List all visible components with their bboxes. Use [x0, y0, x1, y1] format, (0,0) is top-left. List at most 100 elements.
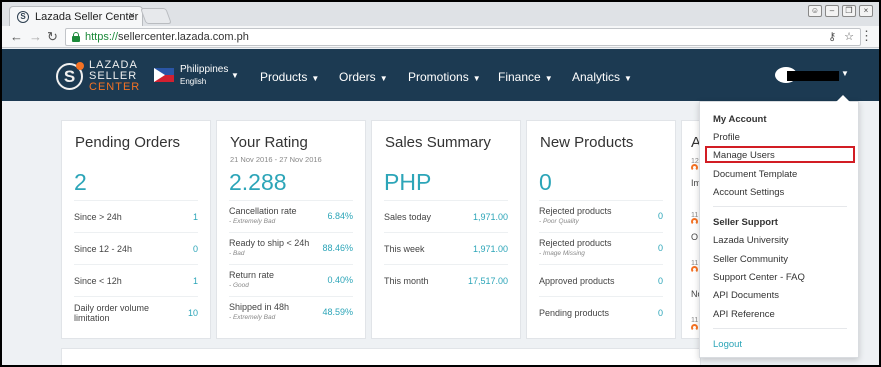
row-value: 0: [657, 243, 663, 253]
list-item[interactable]: Cancellation rate - Extremely Bad 6.84%: [229, 200, 353, 232]
row-value: 17,517.00: [467, 276, 508, 286]
address-bar: ← → ↻ https://sellercenter.lazada.com.ph…: [2, 26, 879, 48]
announcement-icon: [691, 164, 698, 171]
restore-icon[interactable]: ❐: [842, 5, 856, 17]
minimize-icon[interactable]: –: [825, 5, 839, 17]
row-label: This week: [384, 244, 425, 254]
chevron-down-icon: ▼: [544, 74, 553, 83]
browser-menu-icon[interactable]: ⋮: [860, 29, 873, 43]
lock-icon: [72, 32, 80, 42]
row-label: Ready to ship < 24h: [229, 238, 310, 248]
row-note: - Bad: [229, 250, 245, 257]
row-label: Since 12 - 24h: [74, 244, 133, 254]
nav-promotions[interactable]: Promotions ▼: [408, 70, 481, 84]
list-item[interactable]: Rejected products - Image Missing 0: [539, 232, 663, 264]
top-navigation: S LAZADA SELLER CENTER Philippines Engli…: [2, 49, 879, 101]
card-title: New Products: [540, 134, 634, 151]
nav-products[interactable]: Products ▼: [260, 70, 319, 84]
chevron-down-icon: ▼: [841, 69, 849, 78]
key-icon[interactable]: ⚷: [828, 30, 836, 43]
row-note: - Image Missing: [539, 250, 585, 257]
nav-promotions-label: Promotions: [408, 70, 469, 84]
row-value: 0.40%: [327, 275, 353, 285]
rating-value: 2.288: [229, 169, 287, 195]
menu-item-account-settings[interactable]: Account Settings: [713, 187, 784, 198]
bookmark-star-icon[interactable]: ☆: [844, 30, 854, 43]
chevron-down-icon: ▼: [231, 71, 239, 80]
back-arrow-icon[interactable]: ←: [10, 29, 23, 45]
row-label: Since < 12h: [74, 276, 122, 286]
menu-item-lazada-university[interactable]: Lazada University: [713, 235, 789, 246]
url-input[interactable]: https://sellercenter.lazada.com.ph ⚷ ☆: [65, 28, 861, 46]
row-label: Rejected products: [539, 238, 612, 248]
row-value: 10: [187, 308, 198, 318]
window-controls: ☺ – ❐ ×: [808, 5, 873, 17]
row-note: - Good: [229, 282, 249, 289]
list-item[interactable]: Rejected products - Poor Quality 0: [539, 200, 663, 232]
menu-item-api-documents[interactable]: API Documents: [713, 290, 779, 301]
menu-item-profile[interactable]: Profile: [713, 132, 740, 143]
new-products-count[interactable]: 0: [539, 169, 552, 196]
list-item[interactable]: This month 17,517.00: [384, 264, 508, 296]
menu-item-seller-community[interactable]: Seller Community: [713, 254, 788, 265]
lazada-seller-center-logo[interactable]: S LAZADA SELLER CENTER: [56, 59, 144, 93]
row-label: Return rate: [229, 270, 275, 280]
list-item[interactable]: Shipped in 48h - Extremely Bad 48.59%: [229, 296, 353, 336]
forward-arrow-icon[interactable]: →: [29, 29, 42, 45]
row-value: 0: [192, 244, 198, 254]
list-item[interactable]: Sales today 1,971.00: [384, 200, 508, 232]
browser-tab[interactable]: S Lazada Seller Center ×: [9, 6, 143, 26]
row-note: - Extremely Bad: [229, 218, 276, 225]
my-account-header: My Account: [713, 114, 767, 125]
new-tab-button[interactable]: [140, 8, 172, 24]
menu-item-document-template[interactable]: Document Template: [713, 169, 797, 180]
omnibox-icons: ⚷ ☆: [828, 30, 854, 43]
reload-icon[interactable]: ↻: [47, 29, 58, 45]
list-item[interactable]: Approved products 0: [539, 264, 663, 296]
lazada-favicon-icon: S: [17, 11, 29, 23]
card-title: Your Rating: [230, 134, 308, 151]
row-value: 1,971.00: [472, 212, 508, 222]
profile-icon[interactable]: ☺: [808, 5, 822, 17]
menu-item-logout[interactable]: Logout: [713, 339, 742, 350]
list-item[interactable]: Since 12 - 24h 0: [74, 232, 198, 264]
nav-analytics-label: Analytics: [572, 70, 621, 84]
country-name: Philippines: [180, 64, 229, 75]
rating-date-range: 21 Nov 2016 - 27 Nov 2016: [230, 155, 322, 164]
account-menu-toggle[interactable]: ▼: [775, 67, 849, 83]
chevron-down-icon: ▼: [311, 74, 320, 83]
announcement-icon: [691, 266, 698, 273]
pending-orders-count[interactable]: 2: [74, 169, 87, 196]
chevron-down-icon: ▼: [472, 74, 481, 83]
item-meta: 11: [691, 317, 699, 324]
list-item[interactable]: This week 1,971.00: [384, 232, 508, 264]
menu-item-api-reference[interactable]: API Reference: [713, 309, 775, 320]
bottom-card: [61, 348, 701, 365]
nav-analytics[interactable]: Analytics ▼: [572, 70, 632, 84]
announcement-icon: [691, 218, 698, 225]
nav-finance[interactable]: Finance ▼: [498, 70, 553, 84]
close-tab-icon[interactable]: ×: [129, 10, 135, 22]
pending-orders-card: Pending Orders 2 Since > 24h 1 Since 12 -…: [61, 120, 211, 339]
list-item[interactable]: Since < 12h 1: [74, 264, 198, 296]
row-note: - Poor Quality: [539, 218, 579, 225]
row-label: Pending products: [539, 308, 610, 318]
row-label: Approved products: [539, 276, 615, 286]
philippines-flag-icon: [154, 68, 174, 82]
list-item[interactable]: Pending products 0: [539, 296, 663, 336]
row-value: 6.84%: [327, 211, 353, 221]
nav-orders[interactable]: Orders ▼: [339, 70, 388, 84]
announcement-icon: [691, 324, 698, 331]
list-item[interactable]: Since > 24h 1: [74, 200, 198, 232]
menu-item-support-center[interactable]: Support Center - FAQ: [713, 272, 805, 283]
redacted-username: [787, 71, 839, 81]
item-text[interactable]: O: [691, 232, 698, 242]
list-item[interactable]: Daily order volume limitation 10: [74, 296, 198, 336]
row-label: Shipped in 48h: [229, 302, 290, 312]
row-value: 0: [657, 276, 663, 286]
list-item[interactable]: Return rate - Good 0.40%: [229, 264, 353, 296]
list-item[interactable]: Ready to ship < 24h - Bad 88.46%: [229, 232, 353, 264]
row-label: Daily order volume limitation: [74, 303, 150, 323]
close-window-icon[interactable]: ×: [859, 5, 873, 17]
row-label: This month: [384, 276, 429, 286]
